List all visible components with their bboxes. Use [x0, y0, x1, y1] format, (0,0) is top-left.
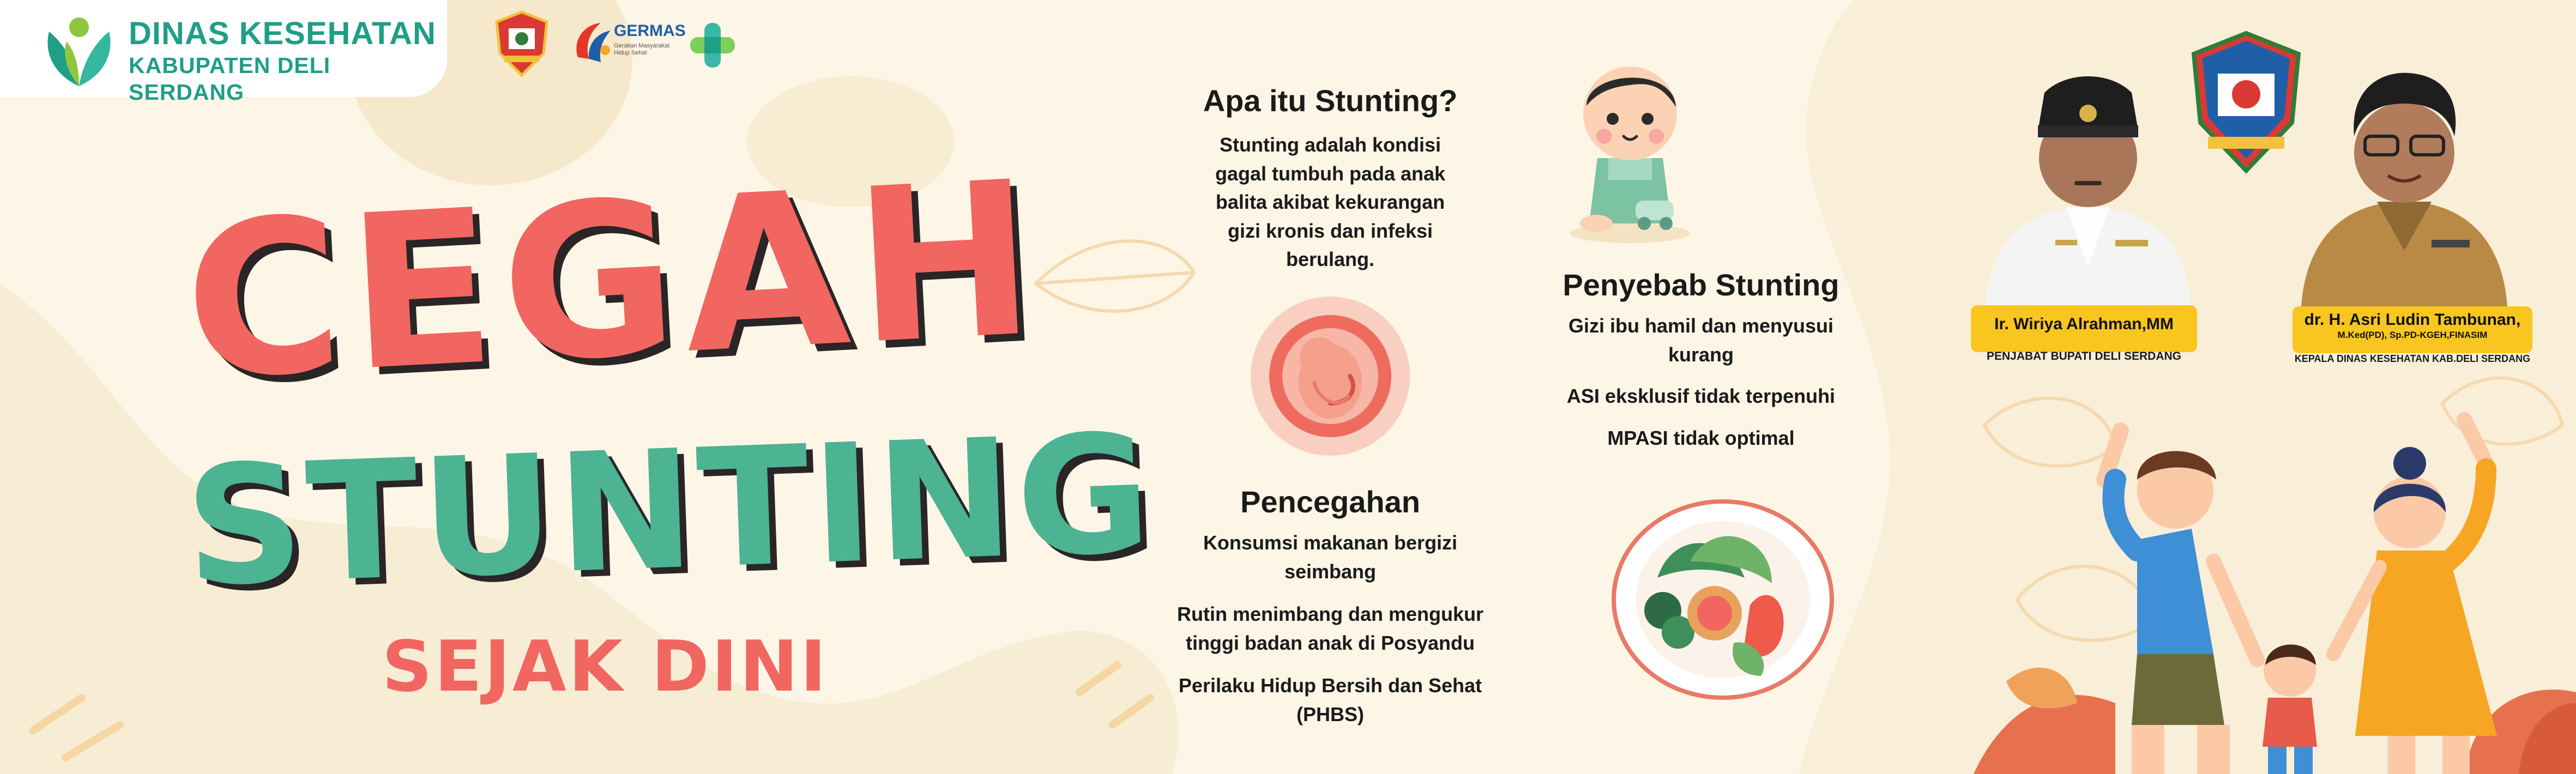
title-cegah: CEGAH — [179, 135, 1048, 427]
official-portrait — [1984, 76, 2192, 322]
prevention-item: Rutin menimbang dan mengukur tinggi bada… — [1145, 600, 1516, 657]
stunting-banner: DINAS KESEHATAN KABUPATEN DELI SERDANG G… — [0, 0, 2576, 774]
prevention-line: Konsumsi makanan bergizi — [1203, 531, 1458, 554]
about-text: Stunting adalah kondisi gagal tumbuh pad… — [1167, 131, 1494, 274]
toddler-illustration — [1570, 66, 1690, 243]
agency-logo-card: DINAS KESEHATAN KABUPATEN DELI SERDANG — [0, 0, 447, 105]
causes-list: Gizi ibu hamil dan menyusui kurang ASI e… — [1521, 312, 1881, 452]
title-stunting: STUNTING — [182, 398, 1157, 623]
agency-leaf-logo — [47, 17, 111, 86]
cause-line: MPASI tidak optimal — [1607, 426, 1795, 449]
about-line: berulang. — [1286, 248, 1375, 271]
family-illustration — [1974, 412, 2576, 774]
agency-name: DINAS KESEHATAN KABUPATEN DELI SERDANG — [129, 15, 445, 105]
healthy-food-plate-illustration — [1612, 499, 1834, 700]
cause-item: ASI eksklusif tidak terpenuhi — [1521, 382, 1881, 411]
cause-item: Gizi ibu hamil dan menyusui kurang — [1521, 312, 1881, 369]
official-portrait — [2301, 72, 2508, 322]
agency-name-line2: KABUPATEN DELI SERDANG — [129, 53, 331, 105]
about-line: gizi kronis dan infeksi — [1227, 219, 1433, 242]
germas-subtitle: Gerakan Masyarakat Hidup Sehat — [614, 43, 670, 57]
prevention-item: Perilaku Hidup Bersih dan Sehat (PHBS) — [1145, 672, 1516, 729]
causes-heading: Penyebab Stunting — [1563, 268, 1839, 302]
official-name: Ir. Wiriya Alrahman,MM — [1994, 315, 2174, 333]
about-heading: Apa itu Stunting? — [1203, 83, 1458, 118]
about-line: balita akibat kekurangan — [1215, 191, 1445, 214]
cause-line: kurang — [1668, 343, 1734, 366]
cause-line: Gizi ibu hamil dan menyusui — [1568, 315, 1834, 337]
prevention-line: tinggi badan anak di Posyandu — [1185, 631, 1475, 654]
prevention-item: Konsumsi makanan bergizi seimbang — [1145, 529, 1516, 586]
prevention-heading: Pencegahan — [1240, 485, 1420, 519]
prevention-line: seimbang — [1284, 560, 1377, 583]
prevention-list: Konsumsi makanan bergizi seimbang Rutin … — [1145, 529, 1516, 729]
about-line: Stunting adalah kondisi — [1219, 134, 1441, 156]
official-credentials: M.Ked(PD), Sp.PD-KGEH,FINASIM — [2337, 329, 2488, 340]
germas-logo-icon — [576, 23, 611, 62]
official-name-tag: Ir. Wiriya Alrahman,MM — [1971, 305, 2197, 352]
cause-item: MPASI tidak optimal — [1521, 424, 1881, 453]
prevention-line: (PHBS) — [1296, 703, 1364, 725]
official-role: KEPALA DINAS KESEHATAN KAB.DELI SERDANG — [2294, 353, 2531, 364]
official-role: PENJABAT BUPATI DELI SERDANG — [1986, 350, 2182, 362]
deli-serdang-emblem-icon — [2191, 31, 2301, 174]
prevention-line: Rutin menimbang dan mengukur — [1177, 603, 1484, 626]
official-name: dr. H. Asri Ludin Tambunan, — [2304, 311, 2521, 329]
cause-line: ASI eksklusif tidak terpenuhi — [1566, 385, 1836, 408]
title-sejak-dini: SEJAK DINI — [382, 626, 829, 708]
official-name-tag: dr. H. Asri Ludin Tambunan, M.Ked(PD), S… — [2293, 306, 2532, 353]
fetus-illustration — [1251, 297, 1410, 456]
prevention-line: Perilaku Hidup Bersih dan Sehat — [1178, 674, 1482, 697]
about-line: gagal tumbuh pada anak — [1215, 162, 1446, 185]
kemenkes-logo-icon — [690, 23, 735, 68]
germas-title: GERMAS — [614, 22, 686, 40]
deli-serdang-emblem-icon — [495, 10, 548, 77]
agency-name-line1: DINAS KESEHATAN — [129, 16, 436, 51]
